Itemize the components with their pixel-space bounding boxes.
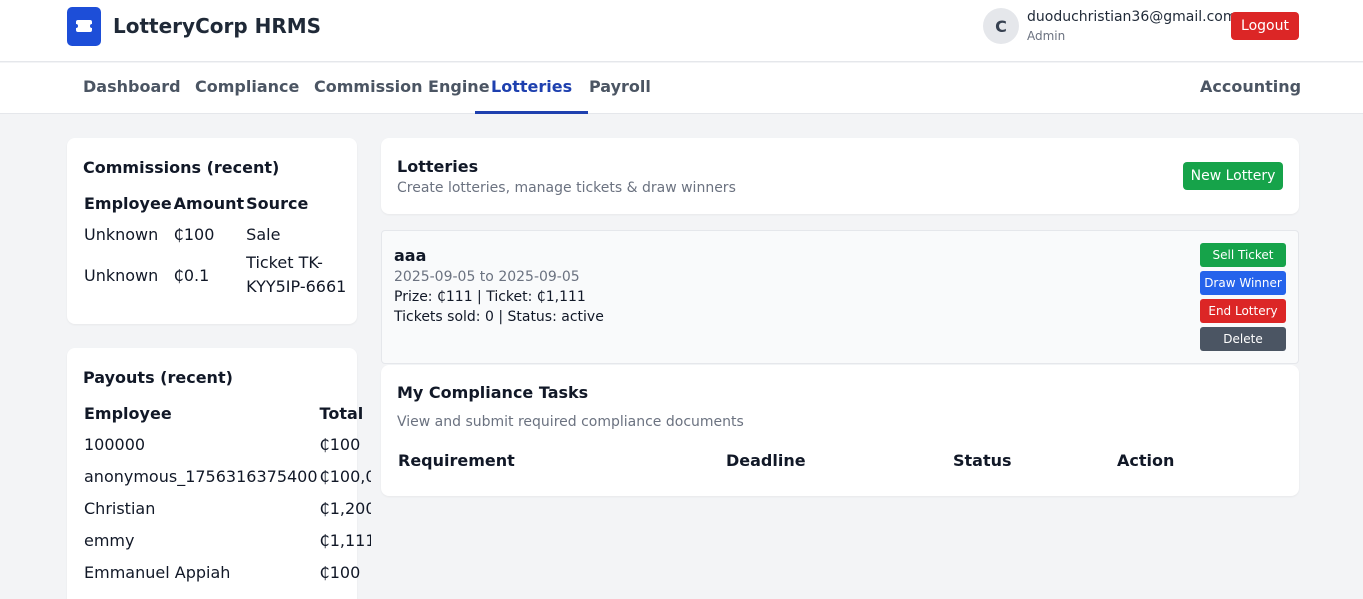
user-email: duoduchristian36@gmail.com [1027,9,1237,25]
column-header-status: Status [953,451,1012,470]
new-lottery-button[interactable]: New Lottery [1183,162,1283,190]
top-bar: LotteryCorp HRMS C duoduchristian36@gmai… [0,0,1363,62]
ticket-icon [67,7,101,46]
column-header-total: Total [319,404,364,423]
user-role: Admin [1027,29,1066,43]
column-header-requirement: Requirement [398,451,515,470]
lotteries-title: Lotteries [397,157,479,176]
cell-total: ₵100 [319,434,361,454]
table-row: Unknown ₵100 Sale [83,218,357,250]
tab-accounting[interactable]: Accounting [1184,63,1317,114]
cell-source: Ticket TK-KYY5IP-6661 [246,253,347,296]
lottery-name: aaa [394,246,427,265]
column-header-amount: Amount [173,194,245,213]
cell-employee: 100000 [84,434,146,454]
avatar[interactable]: C [983,8,1019,44]
logout-button[interactable]: Logout [1231,12,1299,40]
cell-total: ₵100 [319,562,361,582]
cell-total: ₵100,0 [319,466,371,486]
table-row: emmy ₵1,111 [83,524,371,556]
cell-amount: ₵100 [173,224,215,244]
payouts-title: Payouts (recent) [83,368,233,387]
table-row: 100000 ₵100 [83,428,371,460]
compliance-card: My Compliance Tasks View and submit requ… [381,365,1299,496]
draw-winner-button[interactable]: Draw Winner [1200,271,1286,295]
cell-employee: emmy [84,530,135,550]
lottery-dates: 2025-09-05 to 2025-09-05 [394,269,580,285]
commissions-title: Commissions (recent) [83,158,280,177]
sell-ticket-button[interactable]: Sell Ticket [1200,243,1286,267]
column-header-source: Source [246,194,309,213]
table-row: Emmanuel Appiah ₵100 [83,556,371,588]
payouts-card: Payouts (recent) Employee Total 100000 ₵… [67,348,371,599]
table-row: Unknown ₵0.1 Ticket TK-KYY5IP-6661 [83,250,357,300]
compliance-title: My Compliance Tasks [397,383,589,402]
cell-amount: ₵0.1 [173,265,210,285]
column-header-action: Action [1117,451,1175,470]
app-title: LotteryCorp HRMS [113,14,322,38]
cell-employee: Unknown [84,224,159,244]
tab-compliance[interactable]: Compliance [179,63,315,114]
cell-employee: Emmanuel Appiah [84,562,231,582]
commissions-table: Employee Amount Source Unknown ₵100 Sale… [83,194,357,300]
column-header-employee: Employee [84,194,172,213]
column-header-employee: Employee [84,404,172,423]
lottery-item: aaa 2025-09-05 to 2025-09-05 Prize: ₵111… [381,230,1299,364]
commissions-card: Commissions (recent) Employee Amount Sou… [67,138,357,324]
compliance-subtitle: View and submit required compliance docu… [397,414,744,430]
delete-lottery-button[interactable]: Delete [1200,327,1286,351]
cell-employee: Unknown [84,265,159,285]
tab-dashboard[interactable]: Dashboard [67,63,197,114]
payouts-table: Employee Total 100000 ₵100 anonymous_175… [83,404,371,588]
cell-employee: Christian [84,498,156,518]
table-row: anonymous_1756316375400 ₵100,0 [83,460,371,492]
main-nav: Dashboard Compliance Commission Engine L… [0,63,1363,114]
cell-total: ₵1,111 [319,530,371,550]
column-header-deadline: Deadline [726,451,806,470]
cell-source: Sale [246,224,281,244]
cell-total: ₵1,200 [319,498,371,518]
lotteries-header-card: Lotteries Create lotteries, manage ticke… [381,138,1299,214]
lotteries-subtitle: Create lotteries, manage tickets & draw … [397,180,736,196]
end-lottery-button[interactable]: End Lottery [1200,299,1286,323]
cell-employee: anonymous_1756316375400 [84,466,318,486]
lottery-prize: Prize: ₵111 | Ticket: ₵1,111 [394,289,586,305]
tab-payroll[interactable]: Payroll [573,63,667,114]
tab-lotteries[interactable]: Lotteries [475,63,589,114]
table-row: Christian ₵1,200 [83,492,371,524]
lottery-tickets-sold: Tickets sold: 0 | Status: active [394,309,604,325]
